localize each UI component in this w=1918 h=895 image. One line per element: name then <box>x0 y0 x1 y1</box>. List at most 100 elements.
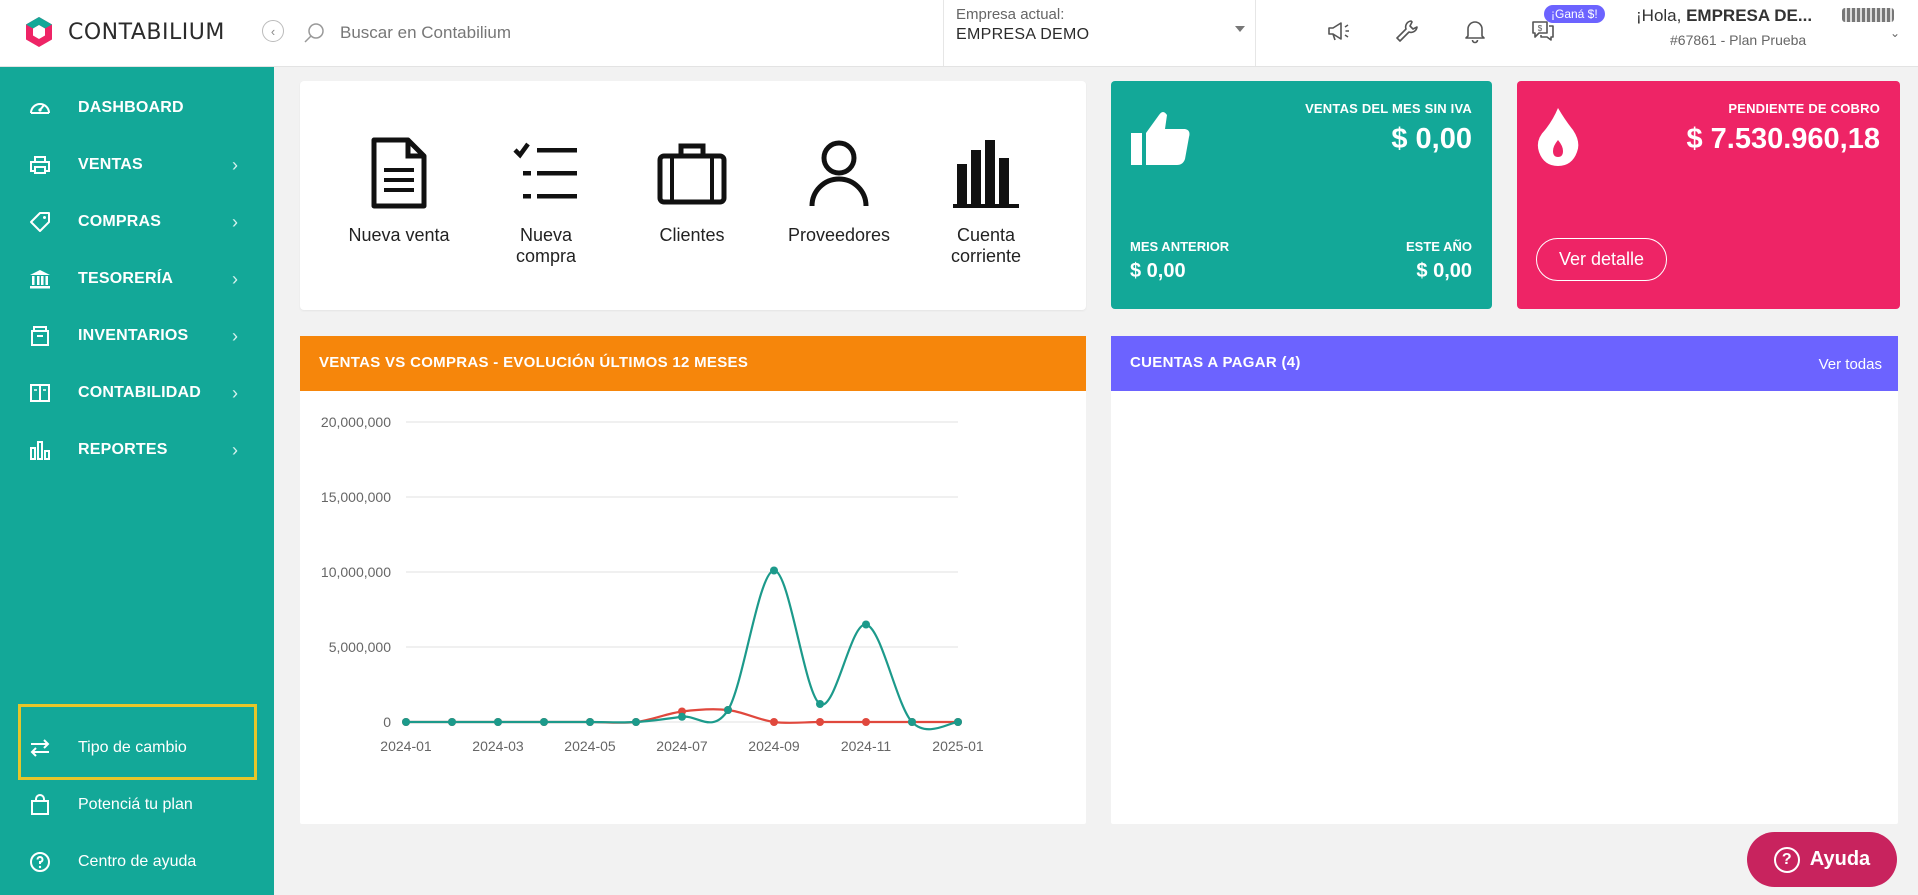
ventas-mes-card: VENTAS DEL MES SIN IVA $ 0,00 MES ANTERI… <box>1111 81 1492 309</box>
box-icon <box>26 322 54 350</box>
quick-action-clientes[interactable]: Clientes <box>622 136 762 246</box>
sidebar-item-label: INVENTARIOS <box>78 327 189 344</box>
sidebar-item-reportes[interactable]: REPORTES › <box>0 428 274 472</box>
y-tick-label: 15,000,000 <box>321 489 391 505</box>
este-ano-label: ESTE AÑO <box>1406 239 1472 254</box>
sidebar-item-ventas[interactable]: VENTAS › <box>0 143 274 187</box>
data-point <box>494 718 502 726</box>
y-tick-label: 5,000,000 <box>329 639 391 655</box>
logo-icon <box>26 17 52 47</box>
sidebar-item-contabilidad[interactable]: CONTABILIDAD › <box>0 371 274 415</box>
svg-text:$: $ <box>1538 24 1543 33</box>
chevron-right-icon: › <box>232 154 238 175</box>
sidebar-item-label: Potenciá tu plan <box>78 796 193 813</box>
sidebar-item-centro-ayuda[interactable]: Centro de ayuda <box>0 840 274 884</box>
sidebar-item-compras[interactable]: COMPRAS › <box>0 200 274 244</box>
chevron-right-icon: › <box>232 382 238 403</box>
sidebar-item-dashboard[interactable]: DASHBOARD <box>0 86 274 130</box>
document-icon <box>371 137 427 209</box>
y-tick-label: 0 <box>383 714 391 730</box>
ver-todas-link[interactable]: Ver todas <box>1819 356 1882 373</box>
chevron-right-icon: › <box>232 211 238 232</box>
selection-highlight <box>18 704 257 780</box>
data-point <box>816 718 824 726</box>
bars-icon <box>953 140 1019 208</box>
x-tick-label: 2024-05 <box>564 738 616 754</box>
data-point <box>632 718 640 726</box>
sidebar-item-potencia-plan[interactable]: Potenciá tu plan <box>0 783 274 827</box>
ventas-compras-chart-card: VENTAS VS COMPRAS - EVOLUCIÓN ÚLTIMOS 12… <box>300 336 1086 824</box>
chevron-right-icon: › <box>232 325 238 346</box>
bank-icon <box>26 265 54 293</box>
data-point <box>724 706 732 714</box>
search-bar[interactable] <box>302 14 922 52</box>
person-icon <box>809 140 869 207</box>
data-point <box>448 718 456 726</box>
flame-icon <box>1537 108 1579 166</box>
ayuda-label: Ayuda <box>1809 848 1871 870</box>
y-tick-label: 20,000,000 <box>321 414 391 430</box>
quick-action-cuenta-corriente[interactable]: Cuenta corriente <box>916 136 1056 267</box>
quick-action-label: Proveedores <box>787 225 891 245</box>
x-tick-label: 2024-07 <box>656 738 708 754</box>
sidebar-item-label: Centro de ayuda <box>78 853 197 870</box>
sidebar-item-label: COMPRAS <box>78 213 162 230</box>
help-circle-icon <box>26 848 54 876</box>
cuentas-a-pagar-title: CUENTAS A PAGAR (4) <box>1130 354 1301 371</box>
bell-icon[interactable] <box>1460 16 1490 46</box>
megaphone-icon[interactable] <box>1324 16 1354 46</box>
sidebar-item-label: CONTABILIDAD <box>78 384 201 401</box>
app-logo[interactable]: CONTABILIUM <box>22 12 225 52</box>
data-point <box>862 620 870 629</box>
data-point <box>678 712 686 721</box>
sidebar-item-label: REPORTES <box>78 441 168 458</box>
quick-action-label: Cuenta corriente <box>950 225 1022 266</box>
company-label: Empresa actual: <box>956 6 1065 23</box>
search-input[interactable] <box>340 23 840 43</box>
x-tick-label: 2024-01 <box>380 738 432 754</box>
quick-action-nueva-compra[interactable]: Nueva compra <box>476 136 616 267</box>
sidebar-item-label: VENTAS <box>78 156 143 173</box>
quick-action-label: Nueva venta <box>348 225 450 245</box>
ayuda-button[interactable]: ? Ayuda <box>1747 832 1897 887</box>
chevron-right-icon: › <box>232 439 238 460</box>
quick-action-label: Nueva compra <box>515 225 577 266</box>
promo-badge[interactable]: ¡Ganá $! <box>1544 5 1605 23</box>
company-selector[interactable]: Empresa actual: EMPRESA DEMO <box>943 0 1256 66</box>
ventas-mes-value: $ 0,00 <box>1391 123 1472 155</box>
avatar[interactable] <box>1842 8 1894 22</box>
y-tick-label: 10,000,000 <box>321 564 391 580</box>
chevron-right-icon: › <box>232 268 238 289</box>
printer-icon <box>26 151 54 179</box>
data-point <box>540 718 548 726</box>
company-value: EMPRESA DEMO <box>956 26 1090 43</box>
mes-anterior-label: MES ANTERIOR <box>1130 239 1230 254</box>
briefcase-icon <box>657 143 727 205</box>
sidebar-item-tesoreria[interactable]: TESORERÍA › <box>0 257 274 301</box>
ver-detalle-button[interactable]: Ver detalle <box>1536 238 1667 281</box>
sidebar-item-label: DASHBOARD <box>78 99 184 116</box>
ventas-compras-chart: 0 5,000,000 10,000,000 15,000,000 20,000,000… <box>321 414 984 754</box>
data-point <box>862 718 870 726</box>
data-point <box>908 718 916 726</box>
data-point <box>586 718 594 726</box>
cuentas-a-pagar-card: CUENTAS A PAGAR (4) Ver todas <box>1111 336 1898 824</box>
chevron-down-icon[interactable]: ⌄ <box>1890 26 1900 40</box>
quick-actions-card: Nueva venta Nueva compra Clientes Proveed… <box>300 81 1086 310</box>
pendiente-cobro-label: PENDIENTE DE COBRO <box>1728 101 1880 116</box>
search-icon <box>304 23 324 43</box>
quick-action-proveedores[interactable]: Proveedores <box>769 136 909 246</box>
wrench-icon[interactable] <box>1392 16 1422 46</box>
data-point <box>816 700 824 708</box>
collapse-sidebar-button[interactable]: ‹ <box>262 20 284 42</box>
x-tick-label: 2025-01 <box>932 738 984 754</box>
thumbs-up-icon <box>1131 112 1190 165</box>
chevron-down-icon <box>1235 26 1245 32</box>
x-tick-label: 2024-03 <box>472 738 524 754</box>
x-tick-label: 2024-11 <box>841 738 892 754</box>
chart-title: VENTAS VS COMPRAS - EVOLUCIÓN ÚLTIMOS 12… <box>300 336 1086 391</box>
book-icon <box>26 379 54 407</box>
quick-action-nueva-venta[interactable]: Nueva venta <box>329 136 469 246</box>
sidebar-item-inventarios[interactable]: INVENTARIOS › <box>0 314 274 358</box>
bar-chart-icon <box>26 436 54 464</box>
